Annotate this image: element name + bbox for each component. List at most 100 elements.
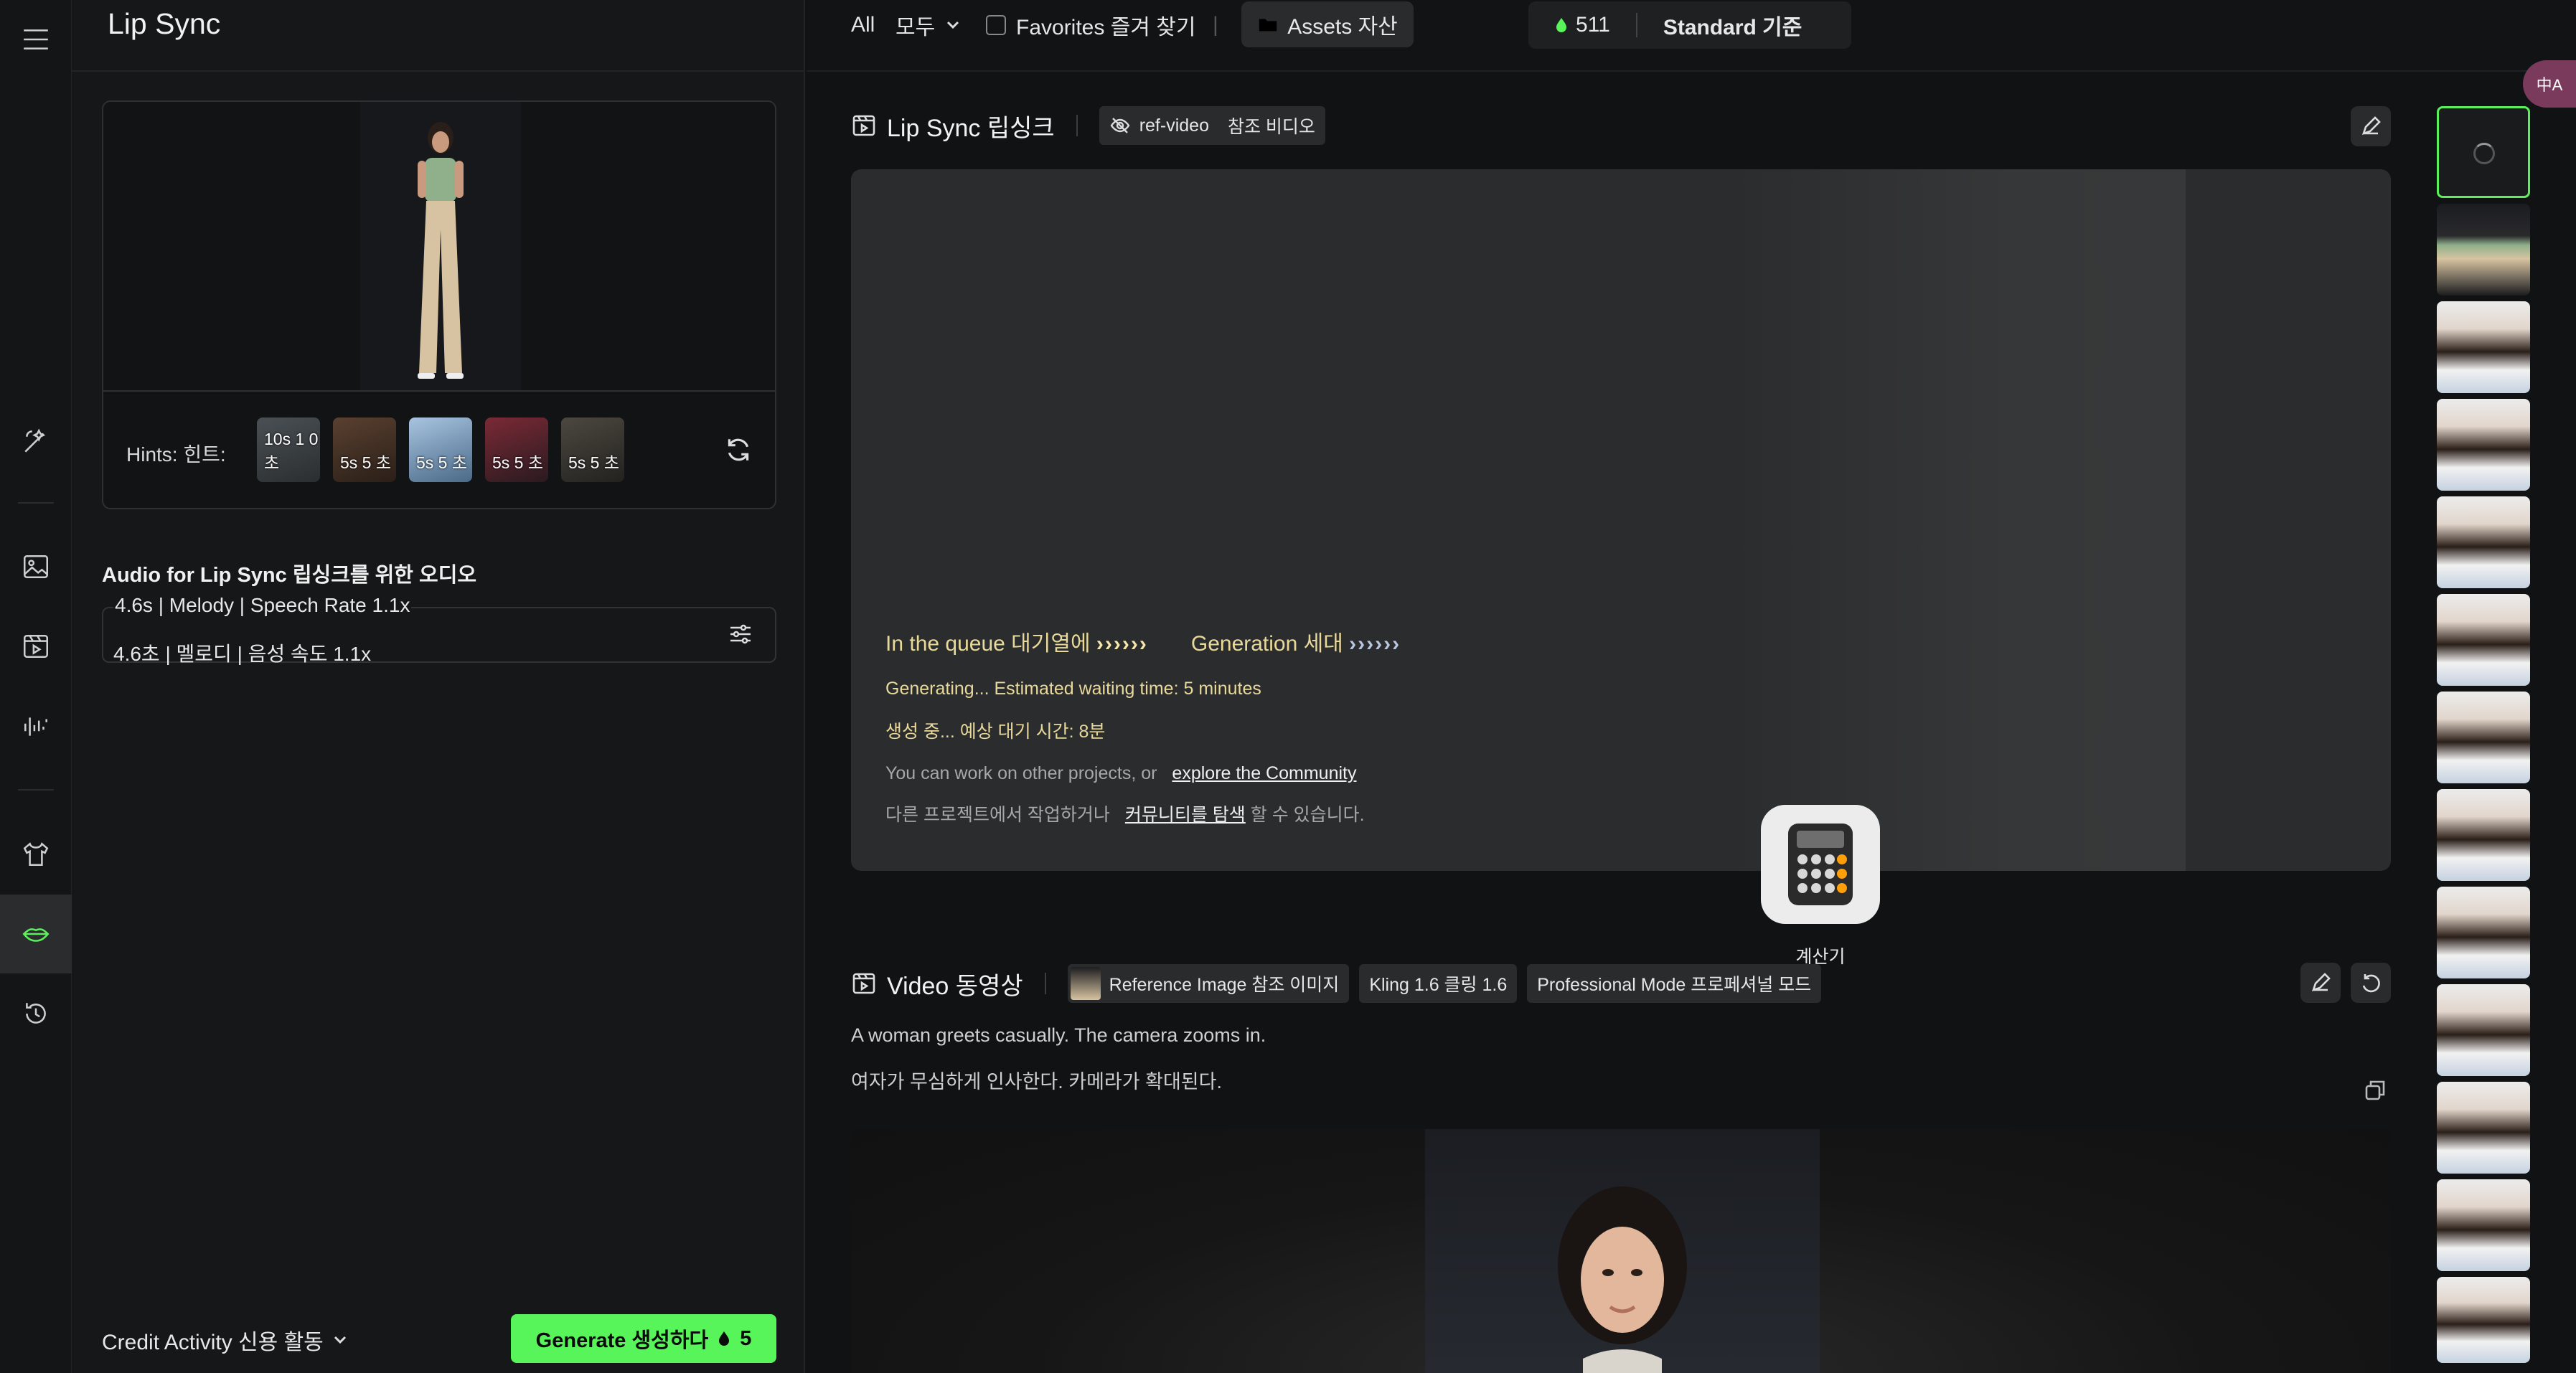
shirt-icon xyxy=(23,842,49,866)
mode-tag[interactable]: Professional Mode 프로페셔널 모드 xyxy=(1527,964,1822,1003)
nav-item-lipsync[interactable] xyxy=(0,895,72,973)
spinner-icon xyxy=(2473,143,2495,164)
nav-item-magic[interactable] xyxy=(0,402,72,481)
favorites-checkbox[interactable] xyxy=(986,15,1006,35)
history-thumb[interactable] xyxy=(2437,301,2530,393)
credit-activity-toggle[interactable]: Credit Activity 신용 활동 xyxy=(102,1324,349,1356)
generate-button[interactable]: Generate 생성하다 5 xyxy=(511,1314,776,1363)
history-thumb[interactable] xyxy=(2437,1277,2530,1363)
community-hint-ko: 다른 프로젝트에서 작업하거나 커뮤니티를 탐색 할 수 있습니다. xyxy=(885,801,1365,826)
nav-rail xyxy=(0,0,72,1373)
community-hint-ko-text: 다른 프로젝트에서 작업하거나 xyxy=(885,805,1110,825)
reference-image-tag[interactable]: Reference Image 참조 이미지 xyxy=(1067,964,1350,1003)
history-thumb[interactable] xyxy=(2437,1082,2530,1174)
hint-thumbnail[interactable]: 5s 5 초 xyxy=(561,417,624,482)
copy-icon xyxy=(2365,1080,2385,1100)
history-icon xyxy=(26,1003,46,1024)
filter-all-label: All xyxy=(851,13,875,37)
hint-thumbnail[interactable]: 5s 5 초 xyxy=(485,417,548,482)
history-thumb-pending[interactable] xyxy=(2437,106,2530,198)
pencil-icon xyxy=(2361,116,2381,136)
video-icon xyxy=(23,635,49,658)
hint-duration: 5s 5 초 xyxy=(568,453,620,472)
history-thumb[interactable] xyxy=(2437,789,2530,881)
history-thumb[interactable] xyxy=(2437,692,2530,783)
history-thumb[interactable] xyxy=(2437,887,2530,978)
nav-item-audio[interactable] xyxy=(0,687,72,766)
nav-item-outfit[interactable] xyxy=(0,815,72,894)
hint-thumbnail[interactable]: 5s 5 초 xyxy=(333,417,396,482)
community-hint-ko-suffix: 할 수 있습니다. xyxy=(1250,805,1365,825)
credit-activity-label: Credit Activity 신용 활동 xyxy=(102,1331,324,1354)
regenerate-video-button[interactable] xyxy=(2351,963,2391,1003)
assets-button[interactable]: Assets 자산 xyxy=(1241,1,1414,47)
hint-duration: 5s 5 초 xyxy=(492,453,544,472)
model-tag[interactable]: Kling 1.6 클링 1.6 xyxy=(1359,964,1518,1003)
model-tag-label: Kling 1.6 클링 1.6 xyxy=(1369,975,1508,995)
edit-lipsync-button[interactable] xyxy=(2351,106,2391,146)
video-icon xyxy=(852,115,875,136)
video-section-header: Video 동영상 Reference Image 참조 이미지 Kling 1… xyxy=(851,964,1831,1003)
nav-item-video[interactable] xyxy=(0,607,72,686)
ref-video-tag-label: ref-video xyxy=(1139,115,1209,136)
hints-label: Hints: 힌트: xyxy=(126,443,226,466)
credits-plan-box[interactable]: 511 Standard 기준 xyxy=(1528,1,1851,49)
hint-duration: 10s 1 0초 xyxy=(264,430,319,472)
nav-item-image[interactable] xyxy=(0,527,72,606)
image-icon xyxy=(23,555,49,578)
explore-community-link-ko[interactable]: 커뮤니티를 탐색 xyxy=(1125,805,1246,825)
audio-section-title: Audio for Lip Sync 립싱크를 위한 오디오 xyxy=(102,564,477,587)
history-thumb[interactable] xyxy=(2437,594,2530,686)
community-hint-en-text: You can work on other projects, or xyxy=(885,763,1157,783)
loading-shimmer xyxy=(1726,169,2186,871)
history-thumb[interactable] xyxy=(2437,399,2530,491)
queue-progress-arrows: ›››››› xyxy=(1096,632,1148,656)
reference-image-thumb xyxy=(1070,967,1101,1000)
video-prompt-ko: 여자가 무심하게 인사한다. 카메라가 확대된다. xyxy=(851,1071,1222,1093)
filter-all[interactable]: All xyxy=(851,0,875,50)
lipsync-section-header: Lip Sync 립싱크 ref-video 참조 비디오 xyxy=(851,106,1335,145)
video-icon xyxy=(852,973,875,994)
lipsync-section-title: Lip Sync 립싱크 xyxy=(887,114,1055,142)
hamburger-icon xyxy=(24,29,48,49)
calculator-app-icon[interactable] xyxy=(1761,805,1880,924)
history-thumb[interactable] xyxy=(2437,1179,2530,1271)
header-divider xyxy=(72,70,805,72)
audio-settings-button[interactable] xyxy=(728,621,753,647)
nav-item-history[interactable] xyxy=(0,974,72,1053)
chevron-down-icon xyxy=(947,21,959,29)
hint-duration: 5s 5 초 xyxy=(416,453,468,472)
menu-button[interactable] xyxy=(0,0,72,79)
assets-label: Assets 자산 xyxy=(1287,15,1398,39)
edit-video-button[interactable] xyxy=(2300,963,2341,1003)
ref-video-tag[interactable]: ref-video 참조 비디오 xyxy=(1099,106,1325,145)
reference-image-tag-label: Reference Image 참조 이미지 xyxy=(1109,975,1340,995)
filter-dropdown-label: 모두 xyxy=(896,16,936,39)
history-thumb[interactable] xyxy=(2437,496,2530,588)
video-section-title: Video 동영상 xyxy=(887,972,1023,1000)
video-frame xyxy=(1425,1129,1820,1373)
explore-community-link[interactable]: explore the Community xyxy=(1172,763,1356,783)
hint-thumbnail[interactable]: 5s 5 초 xyxy=(409,417,472,482)
history-thumb[interactable] xyxy=(2437,204,2530,296)
credit-drop-icon xyxy=(1556,18,1566,32)
filter-dropdown[interactable]: 모두 xyxy=(896,0,962,50)
generate-cost: 5 xyxy=(740,1326,752,1350)
translate-button[interactable]: 中A xyxy=(2523,60,2576,108)
folder-icon xyxy=(1259,19,1277,32)
undo-icon xyxy=(2362,974,2380,993)
video-prompt-en: A woman greets casually. The camera zoom… xyxy=(851,1024,1266,1046)
generation-queue-panel: In the queue 대기열에 ›››››› Generation 세대 ›… xyxy=(851,169,2391,871)
hint-thumbnail[interactable]: 10s 1 0초 xyxy=(257,417,320,482)
refresh-hints-button[interactable] xyxy=(723,435,753,465)
ref-video-tag-label-ko: 참조 비디오 xyxy=(1227,117,1315,137)
generating-status-en: Generating... Estimated waiting time: 5 … xyxy=(885,679,1261,699)
favorites-filter[interactable]: Favorites 즐겨 찾기 xyxy=(986,0,1195,50)
copy-prompt-button[interactable] xyxy=(2364,1079,2387,1102)
nav-separator xyxy=(18,502,54,504)
video-result-area[interactable] xyxy=(851,1129,2391,1373)
header-separator xyxy=(1044,973,1046,994)
queue-status-line: In the queue 대기열에 ›››››› Generation 세대 ›… xyxy=(885,626,1401,657)
history-thumb[interactable] xyxy=(2437,984,2530,1076)
reference-video-preview[interactable] xyxy=(360,102,521,390)
